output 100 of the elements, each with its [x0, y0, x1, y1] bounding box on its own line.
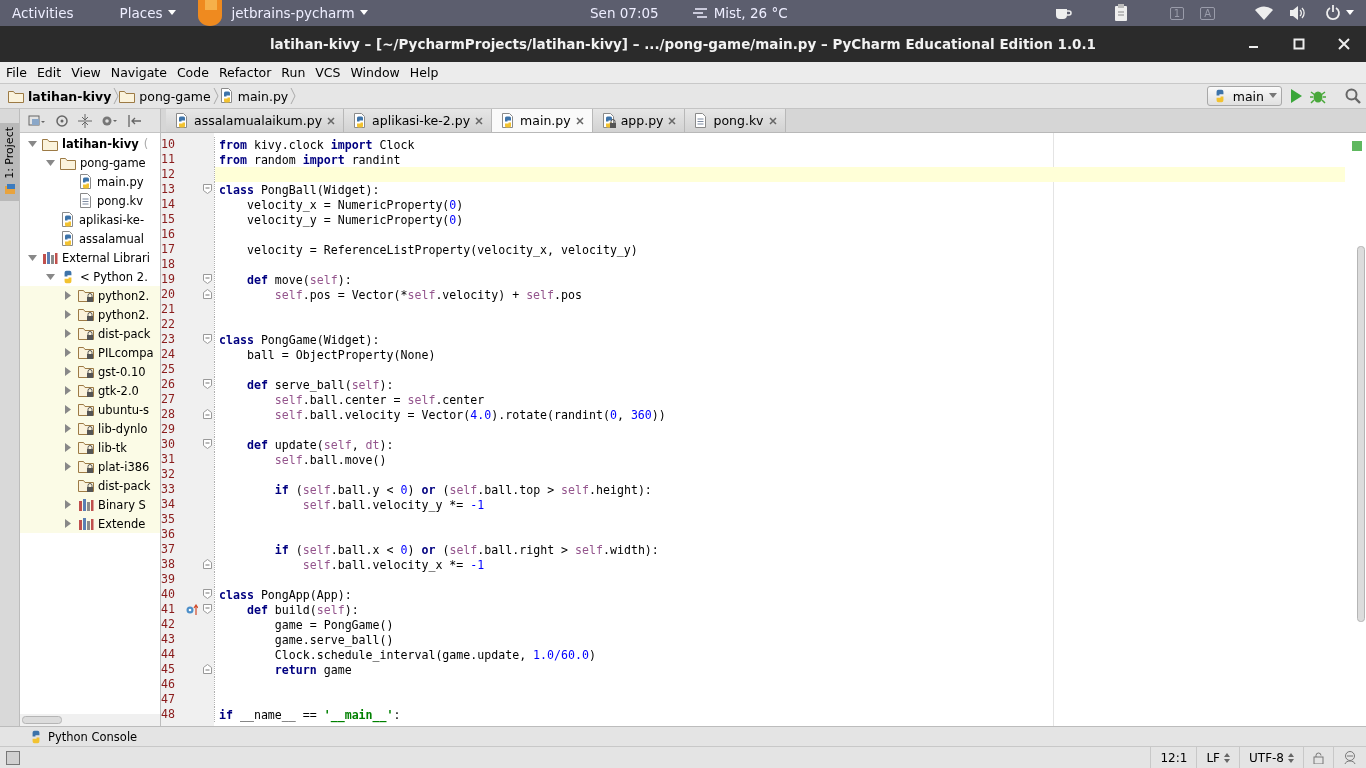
breadcrumb[interactable]: main.py — [218, 88, 291, 104]
weather-text[interactable]: Mist, 26 °C — [713, 5, 788, 21]
activities-button[interactable]: Activities — [8, 5, 78, 21]
collapsed-arrow-icon[interactable] — [65, 329, 71, 338]
tree-item[interactable]: lib-dynlo — [98, 421, 148, 436]
fold-start-icon[interactable] — [203, 334, 212, 344]
menu-item[interactable]: View — [66, 65, 106, 80]
editor-tab[interactable]: assalamualaikum.py — [166, 109, 345, 132]
collapsed-arrow-icon[interactable] — [65, 519, 71, 528]
scope-selector-icon[interactable] — [28, 113, 46, 128]
menu-item[interactable]: File — [1, 65, 32, 80]
library-row[interactable]: plat-i386 — [20, 457, 160, 476]
tree-item[interactable]: plat-i386 — [98, 459, 150, 474]
collapsed-arrow-icon[interactable] — [65, 462, 71, 471]
tree-item[interactable]: Binary S — [98, 497, 146, 512]
expanded-arrow-icon[interactable] — [45, 273, 55, 280]
places-menu[interactable]: Places — [115, 5, 180, 21]
menu-item[interactable]: Run — [276, 65, 311, 80]
clock[interactable]: Sen 07:05 — [586, 5, 663, 21]
tree-item[interactable]: < Python 2. — [80, 269, 148, 284]
library-row[interactable]: lib-tk — [20, 438, 160, 457]
fold-start-icon[interactable] — [203, 184, 212, 194]
menu-item[interactable]: Window — [345, 65, 405, 80]
fold-end-icon[interactable] — [203, 289, 212, 299]
expanded-arrow-icon[interactable] — [45, 159, 55, 166]
tree-item[interactable]: assalamual — [79, 231, 145, 246]
hide-icon[interactable] — [128, 113, 142, 128]
fold-start-icon[interactable] — [203, 379, 212, 389]
maximize-button[interactable] — [1293, 38, 1305, 50]
menu-item[interactable]: VCS — [310, 65, 346, 80]
tree-item[interactable]: gst-0.10 — [98, 364, 146, 379]
collapsed-arrow-icon[interactable] — [65, 291, 71, 300]
menu-item[interactable]: Edit — [31, 65, 67, 80]
editor-tab[interactable]: aplikasi-ke-2.py — [344, 109, 493, 132]
library-row[interactable]: Extende — [20, 514, 160, 533]
collapsed-arrow-icon[interactable] — [65, 310, 71, 319]
breadcrumb[interactable]: latihan-kivy — [8, 88, 114, 104]
menu-item[interactable]: Help — [404, 65, 444, 80]
line-separator-selector[interactable]: LF — [1206, 750, 1220, 765]
tree-item[interactable]: latihan-kivy — [62, 136, 139, 151]
project-tool-button[interactable]: 1: Project — [0, 123, 19, 201]
fold-end-icon[interactable] — [203, 409, 212, 419]
tree-item[interactable]: lib-tk — [98, 440, 127, 455]
fold-end-icon[interactable] — [203, 559, 212, 569]
tree-item[interactable]: python2. — [98, 307, 150, 322]
python-console-button[interactable]: Python Console — [28, 728, 138, 745]
tree-item[interactable]: External Librari — [62, 250, 150, 265]
expanded-arrow-icon[interactable] — [27, 140, 37, 147]
tree-item[interactable]: main.py — [97, 174, 144, 189]
library-row[interactable]: dist-pack — [20, 324, 160, 343]
editor-tab[interactable]: pong.kv — [685, 109, 786, 132]
collapsed-arrow-icon[interactable] — [65, 424, 71, 433]
editor-tab[interactable]: main.py — [492, 109, 593, 132]
tree-item[interactable]: aplikasi-ke- — [79, 212, 145, 227]
library-row[interactable]: gst-0.10 — [20, 362, 160, 381]
tree-item[interactable]: dist-pack — [98, 326, 151, 341]
encoding-selector[interactable]: UTF-8 — [1239, 747, 1303, 768]
collapse-all-icon[interactable] — [78, 113, 92, 128]
expanded-arrow-icon[interactable] — [27, 254, 37, 261]
caret-position[interactable]: 12:1 — [1150, 747, 1197, 768]
library-row[interactable]: python2. — [20, 305, 160, 324]
fold-end-icon[interactable] — [203, 664, 212, 674]
fold-start-icon[interactable] — [203, 274, 212, 284]
editor-tab[interactable]: app.py — [592, 109, 686, 132]
menu-item[interactable]: Refactor — [213, 65, 277, 80]
tree-item[interactable]: ubuntu-s — [98, 402, 150, 417]
collapsed-arrow-icon[interactable] — [65, 386, 71, 395]
library-row[interactable]: dist-pack — [20, 476, 160, 495]
tree-item[interactable]: pong-game — [80, 155, 146, 170]
tree-item[interactable]: PILcompa — [98, 345, 154, 360]
menu-item[interactable]: Navigate — [105, 65, 172, 80]
locate-icon[interactable] — [55, 113, 69, 128]
tree-item[interactable]: dist-pack — [98, 478, 151, 493]
run-config-selector[interactable]: main — [1206, 86, 1282, 106]
fold-start-icon[interactable] — [203, 589, 212, 599]
debug-button[interactable] — [1310, 88, 1326, 104]
fold-start-icon[interactable] — [203, 439, 212, 449]
run-button[interactable] — [1289, 88, 1303, 104]
library-row[interactable]: python2. — [20, 286, 160, 305]
library-row[interactable]: PILcompa — [20, 343, 160, 362]
tool-windows-toggle-icon[interactable] — [6, 750, 20, 765]
app-menu[interactable]: jetbrains-pycharm — [227, 5, 372, 21]
search-icon[interactable] — [1345, 88, 1361, 104]
tree-item[interactable]: python2. — [98, 288, 150, 303]
collapsed-arrow-icon[interactable] — [65, 405, 71, 414]
collapsed-arrow-icon[interactable] — [65, 443, 71, 452]
collapsed-arrow-icon[interactable] — [65, 500, 71, 509]
fold-start-icon[interactable] — [203, 604, 212, 614]
library-row[interactable]: lib-dynlo — [20, 419, 160, 438]
tree-item[interactable]: gtk-2.0 — [98, 383, 139, 398]
breadcrumb[interactable]: pong-game — [119, 88, 213, 104]
library-row[interactable]: gtk-2.0 — [20, 381, 160, 400]
tree-item[interactable]: pong.kv — [97, 193, 144, 208]
collapsed-arrow-icon[interactable] — [65, 348, 71, 357]
collapsed-arrow-icon[interactable] — [65, 367, 71, 376]
menu-item[interactable]: Code — [171, 65, 214, 80]
library-row[interactable]: ubuntu-s — [20, 400, 160, 419]
close-button[interactable] — [1338, 38, 1350, 50]
tree-item[interactable]: Extende — [98, 516, 146, 531]
library-row[interactable]: Binary S — [20, 495, 160, 514]
